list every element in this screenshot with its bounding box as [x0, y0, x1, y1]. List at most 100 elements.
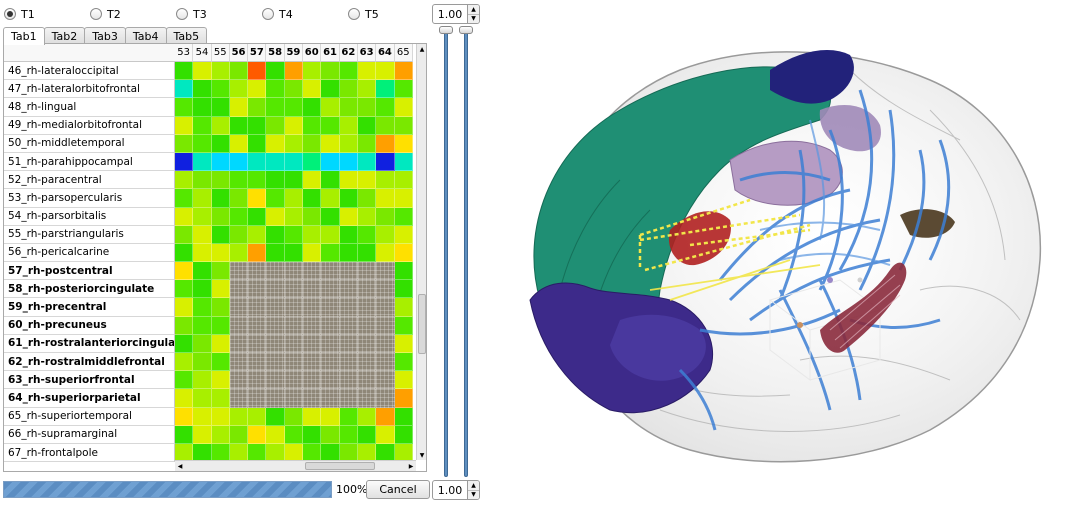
matrix-cell[interactable] [357, 243, 377, 263]
matrix-cell[interactable] [284, 316, 304, 335]
matrix-cell[interactable] [376, 334, 395, 353]
matrix-cell[interactable] [303, 207, 322, 226]
matrix-cell[interactable] [229, 80, 249, 99]
matrix-cell[interactable] [303, 353, 322, 372]
matrix-cell[interactable] [211, 189, 230, 208]
matrix-cell[interactable] [248, 134, 267, 153]
matrix-cell[interactable] [175, 80, 194, 99]
matrix-cell[interactable] [357, 225, 377, 244]
matrix-cell[interactable] [266, 334, 285, 353]
matrix-cell[interactable] [175, 371, 194, 390]
tab-2[interactable]: Tab2 [43, 27, 86, 44]
matrix-cell[interactable] [266, 134, 285, 153]
matrix-cell[interactable] [284, 98, 304, 117]
column-header-cell[interactable]: 58 [266, 44, 285, 62]
matrix-cell[interactable] [211, 80, 230, 99]
matrix-cell[interactable] [193, 298, 212, 317]
matrix-cell[interactable] [211, 353, 230, 372]
matrix-cell[interactable] [376, 407, 395, 426]
matrix-cell[interactable] [193, 62, 212, 81]
matrix-cell[interactable] [357, 98, 377, 117]
row-header-cell[interactable]: 52_rh-paracentral [4, 171, 175, 190]
matrix-cell[interactable] [211, 407, 230, 426]
matrix-cell[interactable] [175, 389, 194, 408]
matrix-cell[interactable] [357, 207, 377, 226]
matrix-cell[interactable] [266, 262, 285, 281]
matrix-cell[interactable] [376, 62, 395, 81]
matrix-cell[interactable] [266, 280, 285, 299]
matrix-cell[interactable] [357, 280, 377, 299]
matrix-cell[interactable] [321, 353, 340, 372]
matrix-cell[interactable] [394, 316, 413, 335]
matrix-cell[interactable] [211, 389, 230, 408]
matrix-cell[interactable] [175, 62, 194, 81]
tab-5[interactable]: Tab5 [165, 27, 208, 44]
matrix-cell[interactable] [175, 298, 194, 317]
matrix-cell[interactable] [175, 353, 194, 372]
vertical-slider-right[interactable] [459, 26, 473, 477]
matrix-cell[interactable] [339, 116, 358, 135]
matrix-cell[interactable] [284, 116, 304, 135]
matrix-cell[interactable] [211, 425, 230, 444]
scrollbar-thumb[interactable] [305, 462, 375, 470]
matrix-cell[interactable] [229, 316, 249, 335]
matrix-cell[interactable] [357, 262, 377, 281]
matrix-cell[interactable] [175, 407, 194, 426]
matrix-cell[interactable] [339, 316, 358, 335]
matrix-cell[interactable] [321, 262, 340, 281]
column-header-cell[interactable]: 53 [175, 44, 194, 62]
matrix-cell[interactable] [229, 225, 249, 244]
matrix-cell[interactable] [357, 171, 377, 190]
matrix-cell[interactable] [229, 243, 249, 263]
matrix-cell[interactable] [303, 389, 322, 408]
matrix-cell[interactable] [284, 371, 304, 390]
matrix-cell[interactable] [339, 134, 358, 153]
row-header-cell[interactable]: 54_rh-parsorbitalis [4, 207, 175, 226]
matrix-cell[interactable] [193, 280, 212, 299]
matrix-cell[interactable] [211, 134, 230, 153]
matrix-cell[interactable] [211, 98, 230, 117]
matrix-cell[interactable] [229, 62, 249, 81]
matrix-cell[interactable] [394, 425, 413, 444]
matrix-cell[interactable] [376, 171, 395, 190]
brain-3d-view[interactable] [500, 30, 1060, 470]
matrix-cell[interactable] [248, 189, 267, 208]
matrix-cell[interactable] [376, 353, 395, 372]
column-header-cell[interactable]: 63 [357, 44, 377, 62]
matrix-cell[interactable] [229, 152, 249, 172]
column-header-cell[interactable]: 62 [339, 44, 358, 62]
matrix-cell[interactable] [248, 225, 267, 244]
matrix-cell[interactable] [211, 316, 230, 335]
column-header-cell[interactable]: 59 [284, 44, 304, 62]
matrix-cell[interactable] [321, 407, 340, 426]
matrix-cell[interactable] [193, 207, 212, 226]
matrix-cell[interactable] [193, 98, 212, 117]
matrix-cell[interactable] [193, 316, 212, 335]
matrix-cell[interactable] [303, 152, 322, 172]
matrix-cell[interactable] [321, 189, 340, 208]
matrix-cell[interactable] [357, 80, 377, 99]
matrix-cell[interactable] [376, 225, 395, 244]
matrix-cell[interactable] [175, 316, 194, 335]
matrix-cell[interactable] [211, 371, 230, 390]
matrix-cell[interactable] [248, 316, 267, 335]
matrix-cell[interactable] [229, 425, 249, 444]
matrix-cell[interactable] [394, 407, 413, 426]
matrix-cell[interactable] [339, 80, 358, 99]
matrix-cell[interactable] [321, 171, 340, 190]
matrix-cell[interactable] [303, 371, 322, 390]
row-header-cell[interactable]: 51_rh-parahippocampal [4, 152, 175, 172]
matrix-cell[interactable] [284, 189, 304, 208]
matrix-cell[interactable] [303, 243, 322, 263]
matrix-cell[interactable] [357, 389, 377, 408]
radio-t4[interactable]: T4 [262, 4, 293, 24]
row-header-cell[interactable]: 50_rh-middletemporal [4, 134, 175, 153]
matrix-cell[interactable] [376, 189, 395, 208]
matrix-cell[interactable] [321, 371, 340, 390]
matrix-cell[interactable] [266, 225, 285, 244]
matrix-cell[interactable] [321, 298, 340, 317]
matrix-cell[interactable] [211, 334, 230, 353]
matrix-cell[interactable] [376, 134, 395, 153]
matrix-cell[interactable] [321, 207, 340, 226]
matrix-cell[interactable] [394, 98, 413, 117]
